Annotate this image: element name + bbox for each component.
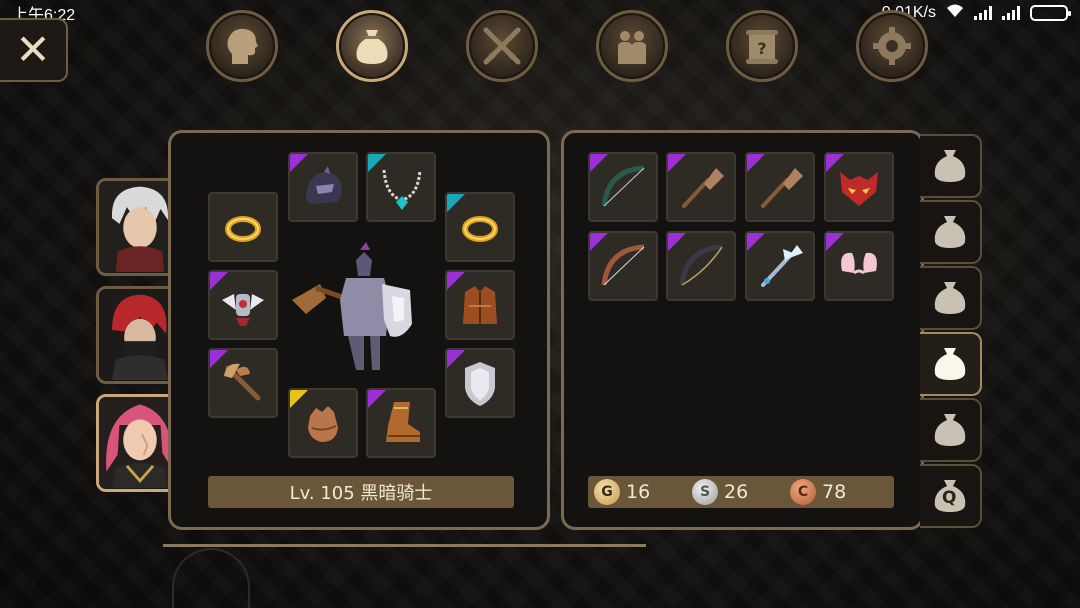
bag-icon xyxy=(934,348,966,380)
joystick-ghost xyxy=(172,548,250,608)
gold-ring-icon xyxy=(225,216,261,242)
gold-coin-icon: G xyxy=(594,479,620,505)
bag-tab-2[interactable] xyxy=(920,200,982,264)
gem-necklace-icon xyxy=(382,169,422,210)
equip-slot-necklace[interactable] xyxy=(366,152,436,222)
quest-bag-tab[interactable]: Q xyxy=(920,464,982,528)
inventory-slot[interactable] xyxy=(666,231,736,301)
inventory-slot[interactable] xyxy=(588,231,658,301)
dark-helmet-icon xyxy=(306,166,342,204)
currency-bar: G 16 S 26 C 78 xyxy=(588,476,894,508)
gold-counter: G 16 xyxy=(594,479,692,505)
leather-boots-icon xyxy=(386,402,420,442)
dark-knight-sprite xyxy=(292,242,412,370)
people-icon xyxy=(618,31,646,64)
equip-slot-ring-left[interactable] xyxy=(208,192,278,262)
inventory-slot[interactable] xyxy=(745,231,815,301)
scroll-icon: ? xyxy=(746,30,778,64)
equip-slot-shield[interactable] xyxy=(445,348,515,418)
menu-party-button[interactable] xyxy=(596,10,668,82)
bag-tab-5[interactable] xyxy=(920,398,982,462)
equip-slot-weapon[interactable] xyxy=(208,348,278,418)
equip-slot-helmet[interactable] xyxy=(288,152,358,222)
head-silhouette-icon xyxy=(227,28,258,64)
leather-gloves-icon xyxy=(308,406,338,442)
bag-icon xyxy=(934,414,966,446)
menu-skills-button[interactable] xyxy=(466,10,538,82)
gold-amount: 16 xyxy=(626,481,651,503)
close-button[interactable]: ✕ xyxy=(0,18,68,82)
equip-slot-boots[interactable] xyxy=(366,388,436,458)
bronze-bow-icon xyxy=(601,244,645,286)
inventory-slot[interactable] xyxy=(745,152,815,222)
equip-slot-gloves[interactable] xyxy=(288,388,358,458)
menu-quest-button[interactable]: ? xyxy=(726,10,798,82)
bag-tab-1[interactable] xyxy=(920,134,982,198)
signal-icon xyxy=(1002,6,1020,20)
bag-tab-3[interactable] xyxy=(920,266,982,330)
equip-slot-armor[interactable] xyxy=(445,270,515,340)
menu-hero-button[interactable] xyxy=(206,10,278,82)
winged-pauldrons-icon xyxy=(222,294,264,326)
leather-vest-icon xyxy=(463,286,497,324)
crossed-swords-icon xyxy=(483,27,521,65)
bag-tab-4[interactable] xyxy=(920,332,982,396)
inventory-slot[interactable] xyxy=(588,152,658,222)
silver-amount: 26 xyxy=(724,481,749,503)
close-icon: ✕ xyxy=(15,25,51,74)
equip-slot-ring-right[interactable] xyxy=(445,192,515,262)
inventory-slot[interactable] xyxy=(824,152,894,222)
copper-amount: 78 xyxy=(822,481,847,503)
inventory-slot[interactable] xyxy=(666,152,736,222)
bag-icon xyxy=(356,30,388,64)
shadow-bow-icon xyxy=(679,244,723,286)
battery-icon xyxy=(1030,5,1071,21)
inventory-slot[interactable] xyxy=(824,231,894,301)
bag-icon xyxy=(934,282,966,314)
menu-settings-button[interactable] xyxy=(856,10,928,82)
wooden-club-icon xyxy=(682,168,724,208)
bottom-divider xyxy=(163,544,646,547)
silver-counter: S 26 xyxy=(692,479,790,505)
equip-slot-shoulders[interactable] xyxy=(208,270,278,340)
wooden-club-icon xyxy=(761,168,803,208)
svg-text:?: ? xyxy=(757,39,766,58)
bag-icon xyxy=(934,216,966,248)
gear-icon xyxy=(873,27,911,65)
gold-ring-icon xyxy=(462,216,498,242)
dark-bow-icon xyxy=(601,165,645,207)
copper-counter: C 78 xyxy=(790,479,888,505)
silver-shield-icon xyxy=(465,362,495,406)
character-level-label: Lv. 105 黑暗骑士 xyxy=(208,476,514,508)
demon-mask-icon xyxy=(840,172,878,206)
bag-icon xyxy=(934,150,966,182)
menu-bag-button[interactable] xyxy=(336,10,408,82)
copper-coin-icon: C xyxy=(790,479,816,505)
bunny-ears-icon xyxy=(841,252,877,275)
battle-axe-icon xyxy=(224,363,261,401)
signal-icon xyxy=(974,6,992,20)
quest-bag-label: Q xyxy=(942,488,957,508)
silver-coin-icon: S xyxy=(692,479,718,505)
wifi-icon xyxy=(946,4,964,22)
crystal-staff-icon xyxy=(761,245,803,287)
